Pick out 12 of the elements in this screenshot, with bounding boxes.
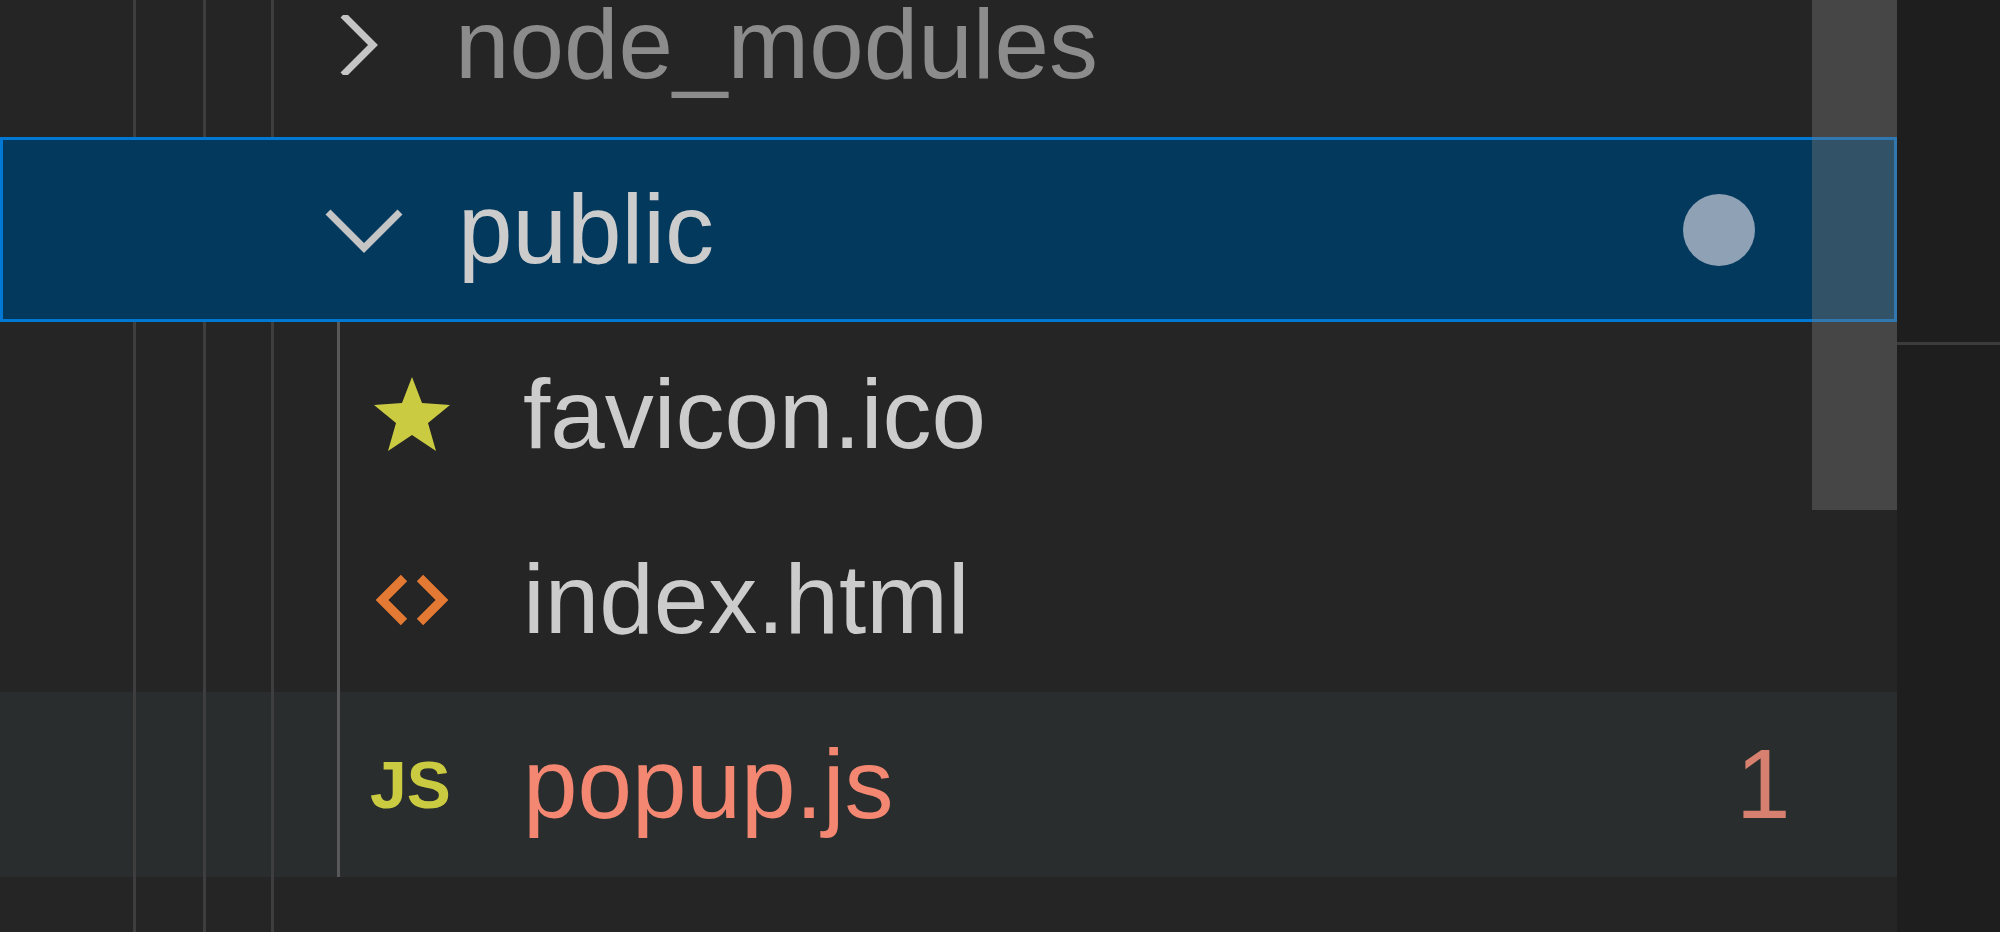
js-file-icon: JS <box>370 751 454 818</box>
file-name: index.html <box>523 542 970 656</box>
file-name: popup.js <box>523 727 894 841</box>
folder-row[interactable]: public <box>0 137 1897 322</box>
folder-name: node_modules <box>455 0 1098 101</box>
scrollbar-thumb[interactable] <box>1812 0 1897 510</box>
file-row[interactable]: index.html <box>0 507 1897 692</box>
file-row[interactable]: favicon.ico <box>0 322 1897 507</box>
file-name: favicon.ico <box>523 357 986 471</box>
folder-name: public <box>458 172 715 286</box>
folder-row[interactable]: node_modules <box>0 0 1897 137</box>
problem-count: 1 <box>1736 727 1791 841</box>
